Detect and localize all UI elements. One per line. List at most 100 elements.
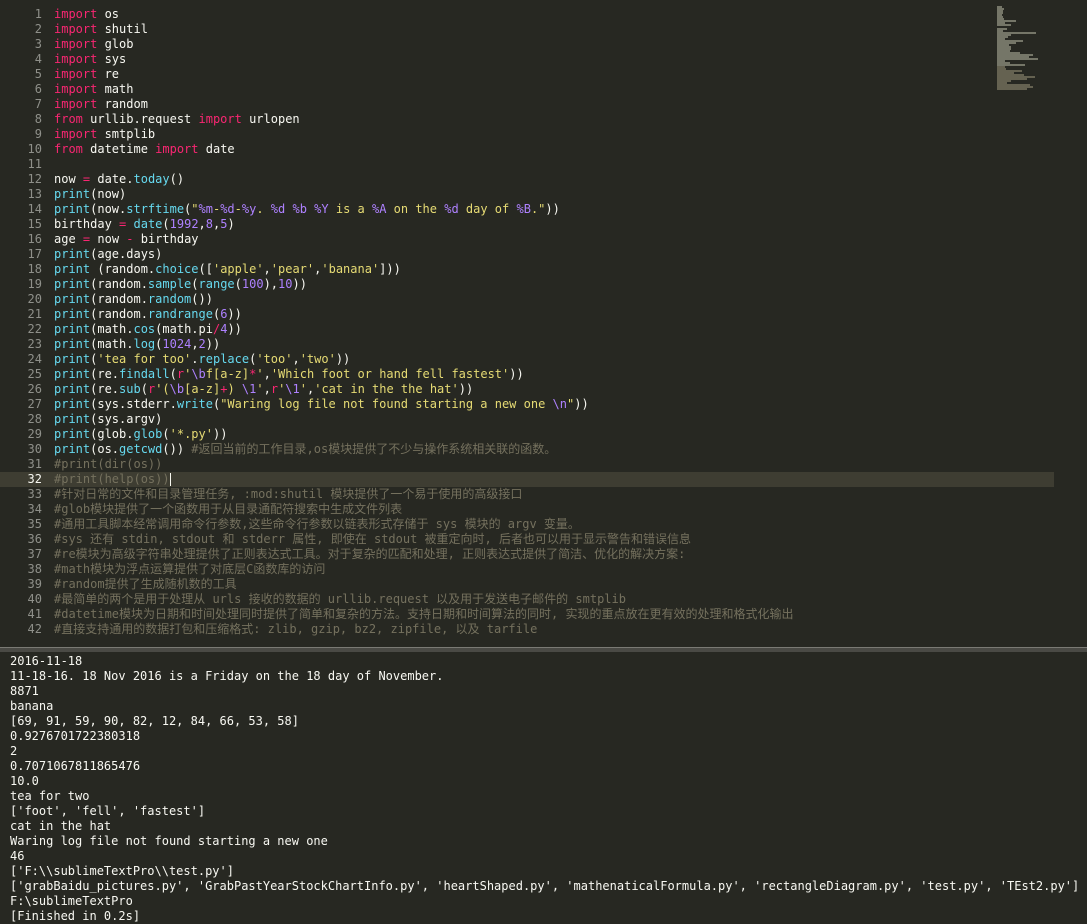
- code-line[interactable]: #通用工具脚本经常调用命令行参数,这些命令行参数以链表形式存储于 sys 模块的…: [54, 517, 987, 532]
- code-token: cos: [133, 322, 156, 336]
- code-token: )): [335, 352, 351, 366]
- code-line[interactable]: print(now): [54, 187, 987, 202]
- code-line[interactable]: print(glob.glob('*.py')): [54, 427, 987, 442]
- code-line[interactable]: import shutil: [54, 22, 987, 37]
- line-number: 15: [27, 217, 42, 231]
- code-token: print: [54, 397, 91, 411]
- output-line: [Finished in 0.2s]: [10, 909, 141, 923]
- code-line[interactable]: #针对日常的文件和目录管理任务, :mod:shutil 模块提供了一个易于使用…: [54, 487, 987, 502]
- code-token: ,: [263, 367, 271, 381]
- line-number: 27: [27, 397, 42, 411]
- minimap[interactable]: [997, 6, 1069, 92]
- code-line[interactable]: import random: [54, 97, 987, 112]
- code-token: import: [198, 112, 242, 126]
- code-line[interactable]: #re模块为高级字符串处理提供了正则表达式工具。对于复杂的匹配和处理, 正则表达…: [54, 547, 987, 562]
- code-token: (: [162, 427, 170, 441]
- code-line[interactable]: print(age.days): [54, 247, 987, 262]
- line-number: 31: [27, 457, 42, 471]
- output-line: 2016-11-18: [10, 654, 83, 668]
- code-token: findall: [119, 367, 170, 381]
- output-line: ['foot', 'fell', 'fastest']: [10, 804, 206, 818]
- code-token: \b: [169, 382, 185, 396]
- code-token: ': [256, 367, 264, 381]
- code-token: #针对日常的文件和目录管理任务, :mod:shutil 模块提供了一个易于使用…: [54, 487, 523, 501]
- code-line[interactable]: #glob模块提供了一个函数用于从目录通配符搜索中生成文件列表: [54, 502, 987, 517]
- code-token: 'tea for too': [97, 352, 192, 366]
- code-line[interactable]: print(re.sub(r'(\b[a-z]+) \1',r'\1','cat…: [54, 382, 987, 397]
- code-line[interactable]: now = date.today(): [54, 172, 987, 187]
- code-editor[interactable]: 1 2 3 4 5 6 7 8 9 10 11 12 13 14 15 16 17 18 19 20 21 22 23 24 2…: [0, 0, 1087, 647]
- code-line[interactable]: #print(help(os)): [42, 472, 1054, 487]
- code-line[interactable]: import sys: [54, 52, 987, 67]
- line-number: 16: [27, 232, 42, 246]
- code-line[interactable]: print(sys.stderr.write("Waring log file …: [54, 397, 987, 412]
- code-token: age: [54, 232, 83, 246]
- code-token: (now): [90, 187, 127, 201]
- code-line[interactable]: import glob: [54, 37, 987, 52]
- code-line[interactable]: #math模块为浮点运算提供了对底层C函数库的访问: [54, 562, 987, 577]
- code-token: print: [54, 337, 91, 351]
- code-line[interactable]: age = now - birthday: [54, 232, 987, 247]
- code-line[interactable]: #random提供了生成随机数的工具: [54, 577, 987, 592]
- line-number: 34: [27, 502, 42, 516]
- code-line[interactable]: print(random.random()): [54, 292, 987, 307]
- line-number: 23: [27, 337, 42, 351]
- code-token: now: [54, 172, 83, 186]
- line-number: 33: [27, 487, 42, 501]
- code-line[interactable]: print(now.strftime("%m-%d-%y. %d %b %Y i…: [54, 202, 987, 217]
- code-line[interactable]: from datetime import date: [54, 142, 987, 157]
- code-token: 'too': [256, 352, 293, 366]
- code-line[interactable]: #直接支持通用的数据打包和压缩格式: zlib, gzip, bz2, zipf…: [54, 622, 987, 637]
- code-token: 2: [198, 337, 206, 351]
- code-line[interactable]: #最简单的两个是用于处理从 urls 接收的数据的 urllib.request…: [54, 592, 987, 607]
- code-token: 8: [205, 217, 214, 231]
- code-line[interactable]: import os: [54, 7, 987, 22]
- code-line[interactable]: print('tea for too'.replace('too','two')…: [54, 352, 987, 367]
- code-line[interactable]: print (random.choice(['apple','pear','ba…: [54, 262, 987, 277]
- code-token: #print(help(os)): [54, 472, 170, 486]
- code-area[interactable]: import os import shutil import glob import …: [42, 7, 1054, 637]
- code-token: import: [54, 52, 98, 66]
- code-line[interactable]: print(sys.argv): [54, 412, 987, 427]
- code-line[interactable]: import smtplib: [54, 127, 987, 142]
- code-line[interactable]: print(math.log(1024,2)): [54, 337, 987, 352]
- code-line[interactable]: from urllib.request import urlopen: [54, 112, 987, 127]
- code-token: '*.py': [169, 427, 213, 441]
- code-token: )): [205, 337, 221, 351]
- code-token: replace: [198, 352, 250, 366]
- code-token: (: [191, 277, 199, 291]
- code-line[interactable]: print(re.findall(r'\bf[a-z]*','Which foo…: [54, 367, 987, 382]
- line-number: 2: [34, 22, 42, 36]
- code-line[interactable]: #print(dir(os)): [54, 457, 987, 472]
- code-token: print: [54, 367, 91, 381]
- code-token: choice: [155, 262, 199, 276]
- line-number: 20: [27, 292, 42, 306]
- code-token: today: [133, 172, 170, 186]
- code-line[interactable]: import re: [54, 67, 987, 82]
- code-line[interactable]: #sys 还有 stdin, stdout 和 stderr 属性, 即使在 s…: [54, 532, 987, 547]
- code-token: #re模块为高级字符串处理提供了正则表达式工具。对于复杂的匹配和处理, 正则表达…: [54, 547, 686, 561]
- code-token: r: [176, 367, 185, 381]
- code-token: 'pear': [270, 262, 315, 276]
- code-line[interactable]: print(math.cos(math.pi/4)): [54, 322, 987, 337]
- code-token: randrange: [147, 307, 213, 321]
- code-line[interactable]: import math: [54, 82, 987, 97]
- code-line[interactable]: #datetime模块为日期和时间处理同时提供了简单和复杂的方法。支持日期和时间…: [54, 607, 987, 622]
- output-line: Waring log file not found starting a new…: [10, 834, 328, 848]
- code-token: 100: [241, 277, 264, 291]
- code-line[interactable]: birthday = date(1992,8,5): [54, 217, 987, 232]
- code-token: (: [169, 367, 177, 381]
- line-number: 40: [27, 592, 42, 606]
- code-token: print: [54, 292, 91, 306]
- code-token: (os.: [90, 442, 120, 456]
- code-token: #print(dir(os)): [54, 457, 163, 471]
- code-line[interactable]: print(random.randrange(6)): [54, 307, 987, 322]
- code-line[interactable]: print(random.sample(range(100),10)): [54, 277, 987, 292]
- code-token: #datetime模块为日期和时间处理同时提供了简单和复杂的方法。支持日期和时间…: [54, 607, 794, 621]
- code-line[interactable]: print(os.getcwd()) #返回当前的工作目录,os模块提供了不少与…: [54, 442, 987, 457]
- line-number: 41: [27, 607, 42, 621]
- code-token: (now.: [90, 202, 127, 216]
- code-token: from: [54, 142, 83, 156]
- code-line[interactable]: [54, 157, 987, 172]
- line-number: 29: [27, 427, 42, 441]
